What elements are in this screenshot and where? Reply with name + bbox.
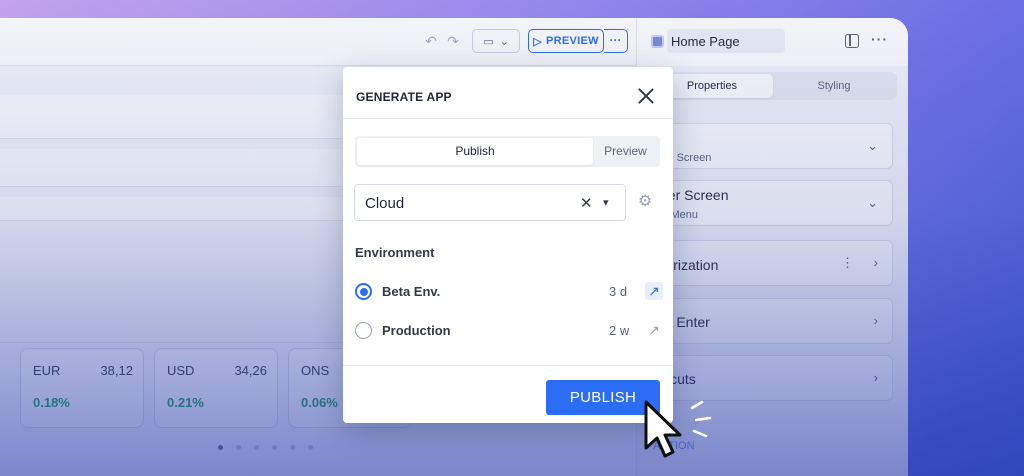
kebab-icon[interactable]: ⋮ <box>841 255 854 271</box>
prop-authorization[interactable]: uthorization ⋮ › <box>637 240 893 286</box>
segment-preview[interactable]: Preview <box>593 138 658 165</box>
sidebar-toggle-icon[interactable] <box>845 34 859 48</box>
pager-dot[interactable] <box>272 445 277 450</box>
device-select[interactable]: ▭ ⌄ <box>472 29 520 53</box>
chevron-right-icon: › <box>873 255 878 270</box>
prop-shortcuts[interactable]: hortcuts › <box>637 355 893 401</box>
currency-code: ONS <box>301 363 330 378</box>
currency-change: 0.06% <box>301 395 338 410</box>
chevron-right-icon: › <box>873 370 878 385</box>
more-horizontal-icon: ··· <box>609 33 622 47</box>
environment-heading: Environment <box>355 245 435 260</box>
pager-dot[interactable] <box>218 445 223 450</box>
prop-press-enter[interactable]: ress Enter › <box>637 298 893 344</box>
more-horizontal-icon[interactable]: ··· <box>871 31 888 47</box>
target-select-value: Cloud <box>365 195 405 212</box>
environment-option-beta[interactable]: Beta Env. 3 d ↗ <box>355 276 663 306</box>
close-icon[interactable] <box>637 87 655 105</box>
environment-age: 2 w <box>609 323 630 338</box>
dialog-title: GENERATE APP <box>356 90 452 104</box>
environment-age: 3 d <box>609 284 628 299</box>
dialog-divider <box>343 365 673 366</box>
environment-option-production[interactable]: Production 2 w ↗ <box>355 315 661 345</box>
segment-publish[interactable]: Publish <box>357 138 593 165</box>
pager-dot[interactable] <box>308 445 313 450</box>
external-link-icon[interactable]: ↗ <box>645 321 663 339</box>
generate-app-dialog: GENERATE APP Publish Preview Cloud ✕ ▾ ⚙… <box>343 67 673 423</box>
pager-dot[interactable] <box>290 445 295 450</box>
prop-role[interactable]: ole arting Screen ⌄ <box>637 123 893 169</box>
chevron-right-icon: › <box>873 313 878 328</box>
carousel-pager <box>218 445 313 450</box>
gear-icon[interactable]: ⚙ <box>638 194 652 210</box>
properties-panel-header: Home Page ··· <box>637 18 908 66</box>
currency-card-eur[interactable]: EUR 38,12 0.18% <box>20 348 144 428</box>
currency-rate: 38,12 <box>100 363 133 378</box>
currency-code: USD <box>167 363 195 378</box>
external-link-icon[interactable]: ↗ <box>645 282 663 300</box>
page-name-field[interactable]: Home Page <box>667 29 785 53</box>
preview-label: PREVIEW <box>545 35 599 47</box>
target-select[interactable]: Cloud ✕ ▾ <box>354 184 626 221</box>
editor-toolbar: ↶ ↷ ▭ ⌄ ▷ PREVIEW ··· <box>0 18 636 66</box>
radio-selected[interactable] <box>355 283 372 300</box>
pointer-cursor-icon <box>644 400 712 458</box>
chevron-down-icon: ⌄ <box>867 138 878 153</box>
clear-icon[interactable]: ✕ <box>580 194 593 212</box>
chevron-down-icon: ⌄ <box>867 195 878 210</box>
more-options-button[interactable]: ··· <box>604 29 628 53</box>
environment-name: Beta Env. <box>382 284 441 299</box>
redo-icon[interactable]: ↷ <box>444 32 462 50</box>
page-icon <box>651 35 664 48</box>
properties-tabs: Properties Styling <box>649 72 897 100</box>
environment-name: Production <box>382 323 451 338</box>
currency-code: EUR <box>33 363 61 378</box>
pager-dot[interactable] <box>254 445 259 450</box>
chevron-down-icon[interactable]: ▾ <box>603 196 609 209</box>
currency-card-usd[interactable]: USD 34,26 0.21% <box>154 348 278 428</box>
tab-styling[interactable]: Styling <box>773 74 895 98</box>
dialog-divider <box>343 118 673 119</box>
currency-change: 0.18% <box>33 395 70 410</box>
publish-mode-segmented: Publish Preview <box>355 136 660 167</box>
chevron-down-icon: ⌄ <box>499 35 509 48</box>
play-icon: ▷ <box>533 35 542 48</box>
currency-change: 0.21% <box>167 395 204 410</box>
currency-rate: 34,26 <box>234 363 267 378</box>
prop-master-screen[interactable]: laster Screen asterMenu ⌄ <box>637 180 893 226</box>
pager-dot[interactable] <box>236 445 241 450</box>
preview-button[interactable]: ▷ PREVIEW <box>528 29 604 53</box>
radio-unselected[interactable] <box>355 322 372 339</box>
undo-icon[interactable]: ↶ <box>422 32 440 50</box>
monitor-icon: ▭ <box>483 35 494 48</box>
